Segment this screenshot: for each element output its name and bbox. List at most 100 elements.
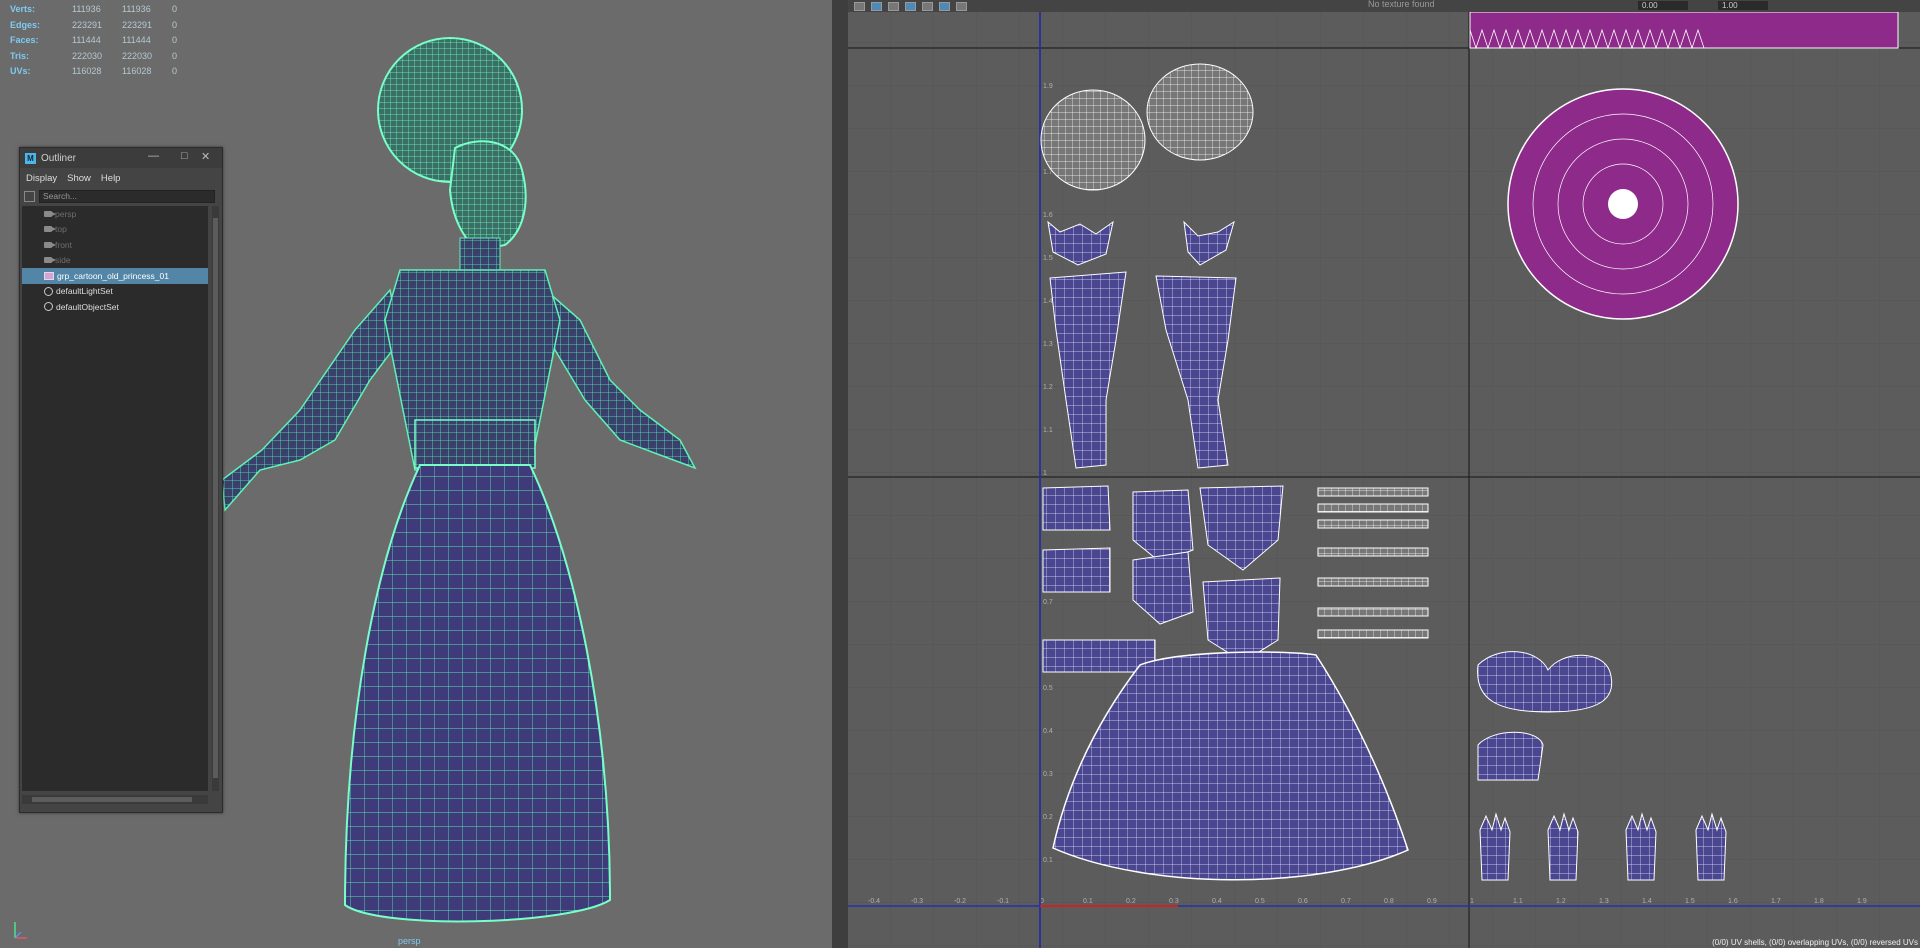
uv-x-tick: 0.1 (1083, 898, 1093, 905)
uv-tool-icon-1[interactable] (854, 1, 865, 11)
set-icon (44, 302, 53, 312)
uv-tool-icon-4[interactable] (905, 1, 916, 11)
uv-x-tick: -0.1 (997, 898, 1009, 905)
neck (459, 237, 501, 275)
uv-x-tick: 0.6 (1298, 898, 1308, 905)
uv-x-tick: 0.3 (1169, 898, 1179, 905)
outliner-item[interactable]: defaultObjectSet (22, 299, 208, 315)
minimize-icon[interactable]: — (148, 150, 159, 162)
uv-x-tick: 1.4 (1642, 898, 1652, 905)
outliner-item-label: front (55, 239, 73, 250)
group-icon (44, 271, 54, 280)
uv-x-tick: 0.4 (1212, 898, 1222, 905)
uv-y-tick: 1.4 (1043, 298, 1053, 305)
uv-y-tick: 1.5 (1043, 255, 1053, 262)
uv-tool-icon-6[interactable] (939, 1, 950, 11)
uv-y-tick: 1.1 (1043, 427, 1053, 434)
maya-logo-icon: M (25, 152, 36, 164)
uv-value-field-1[interactable]: 0.00 (1638, 1, 1688, 10)
maximize-icon[interactable]: □ (181, 150, 188, 162)
uv-y-tick: 0.2 (1043, 814, 1053, 821)
camera-icon (44, 241, 56, 248)
uv-x-tick: 0.9 (1427, 898, 1437, 905)
close-icon[interactable]: ✕ (201, 150, 210, 163)
uv-x-tick: 1.5 (1685, 898, 1695, 905)
uv-shell-hair-a (1040, 89, 1146, 191)
camera-icon (44, 226, 56, 233)
outliner-item-label: persp (55, 208, 77, 219)
camera-icon (44, 257, 56, 264)
outliner-search-row (20, 188, 222, 204)
uv-y-tick: 0.4 (1043, 728, 1053, 735)
menu-display[interactable]: Display (26, 173, 57, 184)
uv-y-tick: 1.6 (1043, 212, 1053, 219)
uv-status-text: (0/0) UV shells, (0/0) overlapping UVs, … (1712, 938, 1918, 947)
outliner-list[interactable]: persp top front side grp_cartoon_old_princes… (22, 206, 208, 791)
head (448, 140, 527, 252)
uv-y-tick: 1 (1043, 470, 1047, 477)
uv-shell-collar-b (1042, 547, 1111, 593)
outliner-item[interactable]: defaultLightSet (22, 284, 208, 300)
outliner-horizontal-scrollbar[interactable] (22, 795, 208, 804)
uv-y-tick: 0.1 (1043, 857, 1053, 864)
uv-y-tick: 0.7 (1043, 599, 1053, 606)
uv-x-tick: 1.8 (1814, 898, 1824, 905)
outliner-menubar: Display Show Help (20, 168, 222, 188)
uv-x-tick: 0.8 (1384, 898, 1394, 905)
outliner-item-label: top (55, 224, 67, 235)
uv-x-tick: -0.3 (911, 898, 923, 905)
skirt (343, 464, 612, 923)
uv-shell-hair-b (1146, 63, 1254, 161)
camera-name-label: persp (398, 936, 421, 946)
uv-editor[interactable]: -0.4 -0.3 -0.2 -0.1 0 0.1 0.2 0.3 0.4 0.5 0.6 0.7 0.… (848, 0, 1920, 948)
left-arm (221, 288, 401, 512)
outliner-title: Outliner (41, 152, 77, 164)
outliner-titlebar[interactable]: M Outliner — □ ✕ (20, 148, 222, 168)
camera-icon (44, 210, 56, 217)
uv-tool-icon-2[interactable] (871, 1, 882, 11)
outliner-item[interactable]: side (22, 253, 208, 269)
outliner-item-label: defaultObjectSet (56, 301, 119, 312)
uv-y-tick: 1.3 (1043, 341, 1053, 348)
panel-divider[interactable]: UV (832, 0, 1678, 948)
outliner-item-label: defaultLightSet (56, 286, 113, 297)
filter-icon[interactable] (24, 190, 35, 202)
menu-show[interactable]: Show (67, 173, 91, 184)
outliner-item[interactable]: grp_cartoon_old_princess_01 (22, 268, 208, 284)
uv-y-tick: 0.3 (1043, 771, 1053, 778)
menu-help[interactable]: Help (101, 173, 121, 184)
uv-x-tick: 0.5 (1255, 898, 1265, 905)
uv-tool-icon-3[interactable] (888, 1, 899, 11)
uv-tool-icon-5[interactable] (922, 1, 933, 11)
set-icon (44, 286, 53, 296)
uv-x-tick: 1.1 (1513, 898, 1523, 905)
outliner-item-label: grp_cartoon_old_princess_01 (57, 270, 169, 281)
uv-x-tick: 1.3 (1599, 898, 1609, 905)
uv-x-tick: 0.2 (1126, 898, 1136, 905)
outliner-item-label: side (55, 255, 71, 266)
outliner-window[interactable]: M Outliner — □ ✕ Display Show Help persp… (19, 147, 223, 813)
outliner-search-input[interactable] (39, 189, 215, 203)
waist-belt (414, 419, 536, 469)
no-texture-label: No texture found (1368, 0, 1435, 9)
outliner-item[interactable]: front (22, 237, 208, 253)
uv-y-tick: 1.9 (1043, 83, 1053, 90)
uv-x-tick: 1.7 (1771, 898, 1781, 905)
uv-value-field-2[interactable]: 1.00 (1718, 1, 1768, 10)
uv-x-tick: 1.9 (1857, 898, 1867, 905)
uv-tool-icon-7[interactable] (956, 1, 967, 11)
uv-x-tick: 0.7 (1341, 898, 1351, 905)
uv-x-tick: 1 (1470, 898, 1474, 905)
outliner-vertical-scrollbar[interactable] (212, 206, 219, 791)
outliner-item[interactable]: persp (22, 206, 208, 222)
axis-gizmo-icon (14, 922, 27, 939)
uv-shell-collar-a (1042, 485, 1111, 531)
uv-x-tick: -0.2 (954, 898, 966, 905)
outliner-item[interactable]: top (22, 222, 208, 238)
uv-x-tick: 1.6 (1728, 898, 1738, 905)
uv-x-tick: -0.4 (868, 898, 880, 905)
uv-x-tick: 1.2 (1556, 898, 1566, 905)
uv-canvas[interactable]: -0.4 -0.3 -0.2 -0.1 0 0.1 0.2 0.3 0.4 0.5 0.6 0.7 0.… (848, 0, 1920, 948)
uv-y-tick: 0.5 (1043, 685, 1053, 692)
right-arm (538, 282, 697, 470)
